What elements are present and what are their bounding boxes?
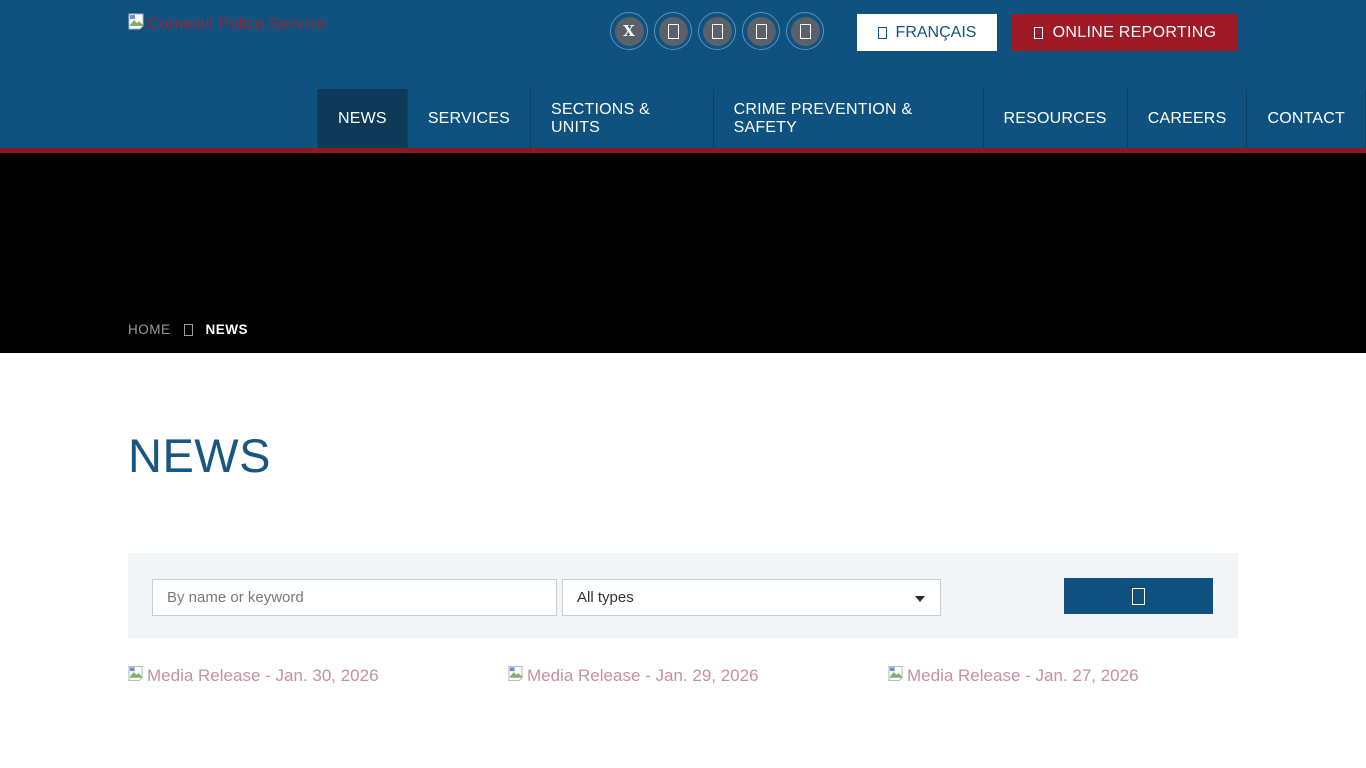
nav-item-careers[interactable]: CAREERS xyxy=(1128,89,1248,148)
page-title: NEWS xyxy=(128,428,271,483)
site-logo-link[interactable]: Cornwall Police Service xyxy=(128,13,335,35)
social-button-2[interactable] xyxy=(654,12,692,50)
breadcrumb-home-link[interactable]: HOME xyxy=(128,322,171,337)
news-card: Media Release - Jan. 29, 2026 xyxy=(508,665,888,687)
x-icon: X xyxy=(615,17,644,46)
news-card: Media Release - Jan. 27, 2026 xyxy=(888,665,1268,687)
broken-image-icon xyxy=(888,665,904,687)
social-icon-placeholder xyxy=(747,17,776,46)
social-button-3[interactable] xyxy=(698,12,736,50)
media-release-link-3[interactable]: Media Release - Jan. 27, 2026 xyxy=(888,665,1139,687)
search-button[interactable] xyxy=(1064,578,1213,614)
media-release-title: Media Release - Jan. 30, 2026 xyxy=(147,665,379,686)
media-release-link-2[interactable]: Media Release - Jan. 29, 2026 xyxy=(508,665,759,687)
type-select-value: All types xyxy=(577,589,634,606)
main-nav: NEWS SERVICES SECTIONS & UNITS CRIME PRE… xyxy=(317,89,1366,148)
media-release-title: Media Release - Jan. 29, 2026 xyxy=(527,665,759,686)
nav-item-crime-prevention[interactable]: CRIME PREVENTION & SAFETY xyxy=(714,89,984,148)
media-release-title: Media Release - Jan. 27, 2026 xyxy=(907,665,1139,686)
news-card: Media Release - Jan. 30, 2026 xyxy=(128,665,508,687)
nav-item-sections-units[interactable]: SECTIONS & UNITS xyxy=(531,89,714,148)
search-icon-placeholder xyxy=(1132,588,1145,605)
report-icon-placeholder xyxy=(1034,27,1043,39)
chevron-right-icon-placeholder xyxy=(184,324,193,336)
keyword-search-input[interactable] xyxy=(152,579,557,616)
media-release-link-1[interactable]: Media Release - Jan. 30, 2026 xyxy=(128,665,379,687)
social-button-5[interactable] xyxy=(786,12,824,50)
broken-image-icon xyxy=(128,665,144,687)
nav-item-services[interactable]: SERVICES xyxy=(408,89,531,148)
social-icon-placeholder xyxy=(791,17,820,46)
type-select[interactable]: All types xyxy=(562,579,941,616)
social-links: X xyxy=(610,12,824,50)
broken-image-icon xyxy=(128,13,145,35)
chevron-down-icon xyxy=(915,596,925,602)
globe-icon-placeholder xyxy=(878,27,887,39)
logo-alt-text: Cornwall Police Service xyxy=(147,13,326,35)
hero-banner: HOME NEWS xyxy=(0,153,1366,353)
x-social-button[interactable]: X xyxy=(610,12,648,50)
nav-item-resources[interactable]: RESOURCES xyxy=(984,89,1128,148)
social-icon-placeholder xyxy=(703,17,732,46)
site-header: Cornwall Police Service X FRANÇAIS ONLIN… xyxy=(0,0,1366,148)
broken-image-icon xyxy=(508,665,524,687)
nav-item-news[interactable]: NEWS xyxy=(317,89,408,148)
news-filter-panel: All types xyxy=(128,553,1238,638)
nav-item-contact[interactable]: CONTACT xyxy=(1247,89,1366,148)
breadcrumb-current: NEWS xyxy=(206,322,249,337)
francais-label: FRANÇAIS xyxy=(896,24,977,42)
breadcrumb: HOME NEWS xyxy=(128,322,248,337)
francais-button[interactable]: FRANÇAIS xyxy=(857,14,997,51)
social-button-4[interactable] xyxy=(742,12,780,50)
news-results: Media Release - Jan. 30, 2026 Media Rele… xyxy=(128,665,1268,687)
online-reporting-label: ONLINE REPORTING xyxy=(1053,24,1217,42)
online-reporting-button[interactable]: ONLINE REPORTING xyxy=(1012,14,1238,51)
social-icon-placeholder xyxy=(659,17,688,46)
